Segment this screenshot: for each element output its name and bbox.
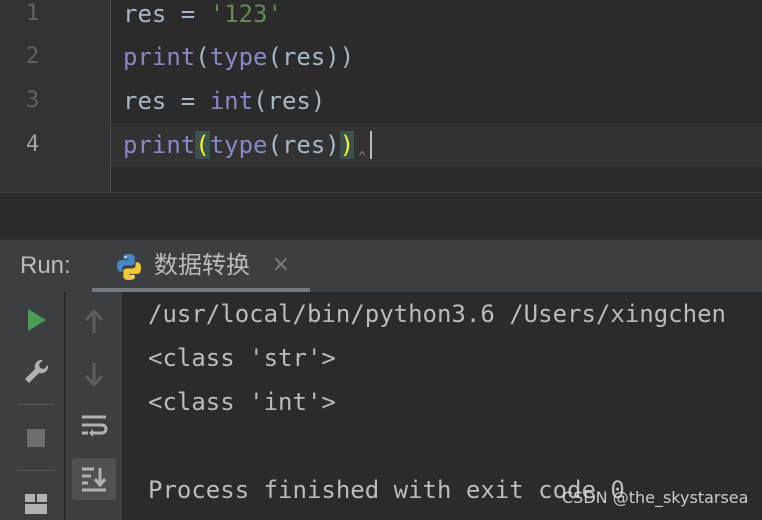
builtin-function: type (209, 43, 268, 71)
console-line: Process finished with exit code 0 (148, 476, 625, 504)
matched-bracket-close: ) (339, 131, 355, 159)
arrow-up-icon[interactable] (74, 302, 114, 342)
code-token: (res) (267, 131, 340, 159)
run-config-tab[interactable]: 数据转换 × (92, 240, 310, 292)
code-token: res = (123, 87, 210, 115)
console-line: <class 'int'> (148, 388, 336, 416)
scroll-to-end-button[interactable] (72, 458, 116, 500)
soft-wrap-icon[interactable] (74, 406, 114, 446)
code-token: (res) (253, 87, 326, 115)
run-panel-header: Run: 数据转换 × (0, 239, 762, 293)
code-line-current[interactable]: print(type(res)) (123, 123, 355, 167)
toolbar-separator (18, 404, 54, 405)
code-line[interactable]: print(type(res)) (123, 35, 354, 79)
run-panel-title: Run: (20, 252, 71, 279)
code-editor[interactable]: 1 2 3 4 res = '123' print(type(res)) res… (0, 0, 762, 192)
caret-hint-icon: ⌃ (358, 149, 367, 165)
run-console-output[interactable]: /usr/local/bin/python3.6 /Users/xingchen… (123, 292, 762, 520)
console-line: <class 'str'> (148, 344, 336, 372)
code-line[interactable]: res = '123' (123, 0, 282, 36)
builtin-function: int (209, 87, 254, 115)
wrench-icon[interactable] (16, 352, 56, 392)
text-caret (370, 131, 372, 159)
ide-window: 1 2 3 4 res = '123' print(type(res)) res… (0, 0, 762, 520)
line-number: 2 (26, 44, 40, 69)
code-token: ( (195, 43, 210, 71)
line-number-active: 4 (26, 132, 40, 157)
line-number-gutter: 1 2 3 4 (8, 0, 110, 192)
python-icon (117, 254, 141, 280)
line-number: 3 (26, 88, 40, 113)
close-icon[interactable]: × (268, 252, 294, 278)
editor-left-strip (0, 0, 8, 192)
code-line[interactable]: res = int(res) (123, 79, 325, 123)
builtin-function: type (209, 131, 268, 159)
code-token: (res)) (267, 43, 355, 71)
builtin-function: print (123, 43, 196, 71)
scroll-to-end-icon (82, 467, 107, 492)
layout-icon[interactable] (16, 484, 56, 520)
editor-empty-area (0, 193, 762, 239)
toolbar-separator (18, 470, 54, 471)
play-icon[interactable] (16, 300, 56, 340)
arrow-down-icon[interactable] (74, 354, 114, 394)
string-literal: '123' (209, 0, 282, 28)
run-toolbar-secondary (66, 292, 123, 520)
line-number: 1 (26, 1, 40, 26)
builtin-function: print (123, 131, 196, 159)
matched-bracket-open: ( (195, 131, 210, 159)
tool-window-strip (0, 292, 8, 520)
run-tab-label: 数据转换 (154, 251, 250, 279)
run-toolbar-primary (8, 292, 65, 520)
watermark-text: CSDN @the_skystarsea (562, 488, 749, 507)
code-token: res = (123, 0, 210, 28)
console-line: /usr/local/bin/python3.6 /Users/xingchen (148, 300, 726, 328)
stop-icon[interactable] (16, 418, 56, 458)
